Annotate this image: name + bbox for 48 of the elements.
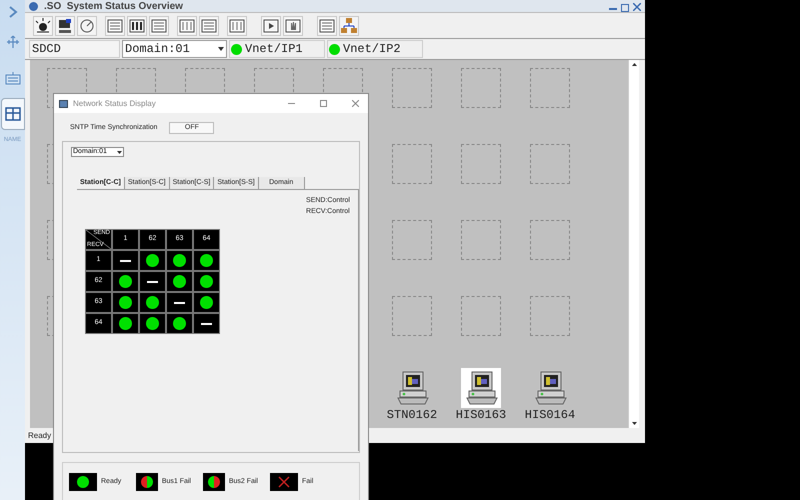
caret-icon: [218, 47, 224, 51]
station-tile[interactable]: [461, 368, 501, 408]
bus-status: Vnet/IP2: [327, 40, 423, 58]
list-icon[interactable]: [149, 16, 169, 36]
empty-slot: [530, 296, 570, 336]
close-icon[interactable]: [633, 3, 641, 11]
caret-icon: [117, 150, 122, 154]
empty-slot: [392, 220, 432, 260]
scroll-up-icon[interactable]: [632, 63, 636, 66]
empty-slot: [461, 144, 501, 184]
system-field: SDCD: [29, 40, 120, 58]
empty-slot: [530, 144, 570, 184]
station-label: HIS0164: [524, 408, 576, 422]
scroll-down-icon[interactable]: [632, 422, 636, 425]
empty-slot: [530, 68, 570, 108]
station-label: STN0162: [386, 408, 438, 422]
empty-slot: [392, 68, 432, 108]
station-label: HIS0163: [456, 408, 506, 422]
empty-slot: [392, 296, 432, 336]
window-title: .SO System Status Overview: [44, 1, 183, 12]
dialog-title: Network Status Display: [73, 98, 157, 110]
sidebar-item[interactable]: [0, 98, 24, 130]
empty-slot: [530, 220, 570, 260]
computer-icon[interactable]: [55, 16, 75, 36]
status-text: Ready: [28, 430, 52, 442]
bus-status: Vnet/IP1: [229, 40, 325, 58]
empty-slot: [461, 220, 501, 260]
maximize-icon[interactable]: [621, 4, 629, 12]
hand-icon[interactable]: [283, 16, 303, 36]
empty-slot: [461, 296, 501, 336]
gauge-icon[interactable]: [77, 16, 97, 36]
play-icon[interactable]: [261, 16, 281, 36]
network-icon[interactable]: [339, 16, 359, 36]
maximize-icon[interactable]: [320, 100, 327, 107]
table-icon: [4, 107, 20, 121]
dialog-icon: [59, 100, 68, 108]
grid-icon[interactable]: [127, 16, 147, 36]
keyboard-icon: [4, 71, 20, 85]
scrollbar[interactable]: [628, 60, 639, 428]
app-logo-icon: [29, 2, 38, 11]
empty-slot: [392, 144, 432, 184]
close-icon[interactable]: [352, 100, 359, 107]
alarm-icon[interactable]: [33, 16, 53, 36]
empty-slot: [461, 68, 501, 108]
chevron-icon: [6, 6, 18, 18]
network-icon: [4, 34, 20, 50]
panel-icon[interactable]: [105, 16, 125, 36]
domain-dropdown[interactable]: Domain:01: [122, 40, 227, 58]
